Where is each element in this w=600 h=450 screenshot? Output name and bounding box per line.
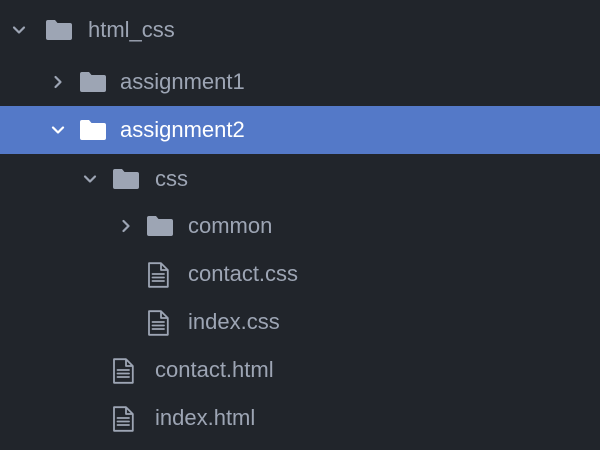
chevron-right-icon[interactable] — [49, 73, 67, 91]
tree-item-label: index.css — [188, 309, 280, 334]
tree-item-index-html[interactable]: index.html — [0, 394, 600, 442]
tree-item-assignment2[interactable]: assignment2 — [0, 106, 600, 154]
file-icon — [147, 310, 169, 336]
tree-item-label: contact.css — [188, 261, 299, 286]
tree-item-contact-html[interactable]: contact.html — [0, 346, 600, 394]
chevron-down-icon[interactable] — [10, 21, 28, 39]
tree-item-common[interactable]: common — [0, 202, 600, 250]
chevron-right-icon[interactable] — [117, 217, 135, 235]
tree-item-label: contact.html — [155, 357, 274, 382]
tree-item-label: assignment2 — [120, 117, 245, 142]
tree-item-label: html_css — [88, 17, 175, 42]
file-icon — [112, 406, 134, 432]
tree-item-contact-css[interactable]: contact.css — [0, 250, 600, 298]
folder-icon — [79, 119, 107, 141]
tree-item-label: common — [188, 213, 273, 238]
folder-icon — [112, 168, 140, 190]
tree-item-label: assignment1 — [120, 69, 245, 94]
folder-icon — [45, 19, 73, 41]
folder-icon — [146, 215, 174, 237]
file-tree: html_css assignment1 assignment2 css com… — [0, 0, 600, 450]
tree-item-html-css[interactable]: html_css — [0, 6, 600, 54]
chevron-down-icon[interactable] — [49, 121, 67, 139]
tree-item-label: index.html — [155, 405, 256, 430]
file-icon — [112, 358, 134, 384]
folder-icon — [79, 71, 107, 93]
tree-item-label: css — [155, 166, 188, 191]
chevron-down-icon[interactable] — [81, 170, 99, 188]
tree-item-css[interactable]: css — [0, 155, 600, 203]
tree-item-assignment1[interactable]: assignment1 — [0, 58, 600, 106]
tree-item-index-css[interactable]: index.css — [0, 298, 600, 346]
file-icon — [147, 262, 169, 288]
